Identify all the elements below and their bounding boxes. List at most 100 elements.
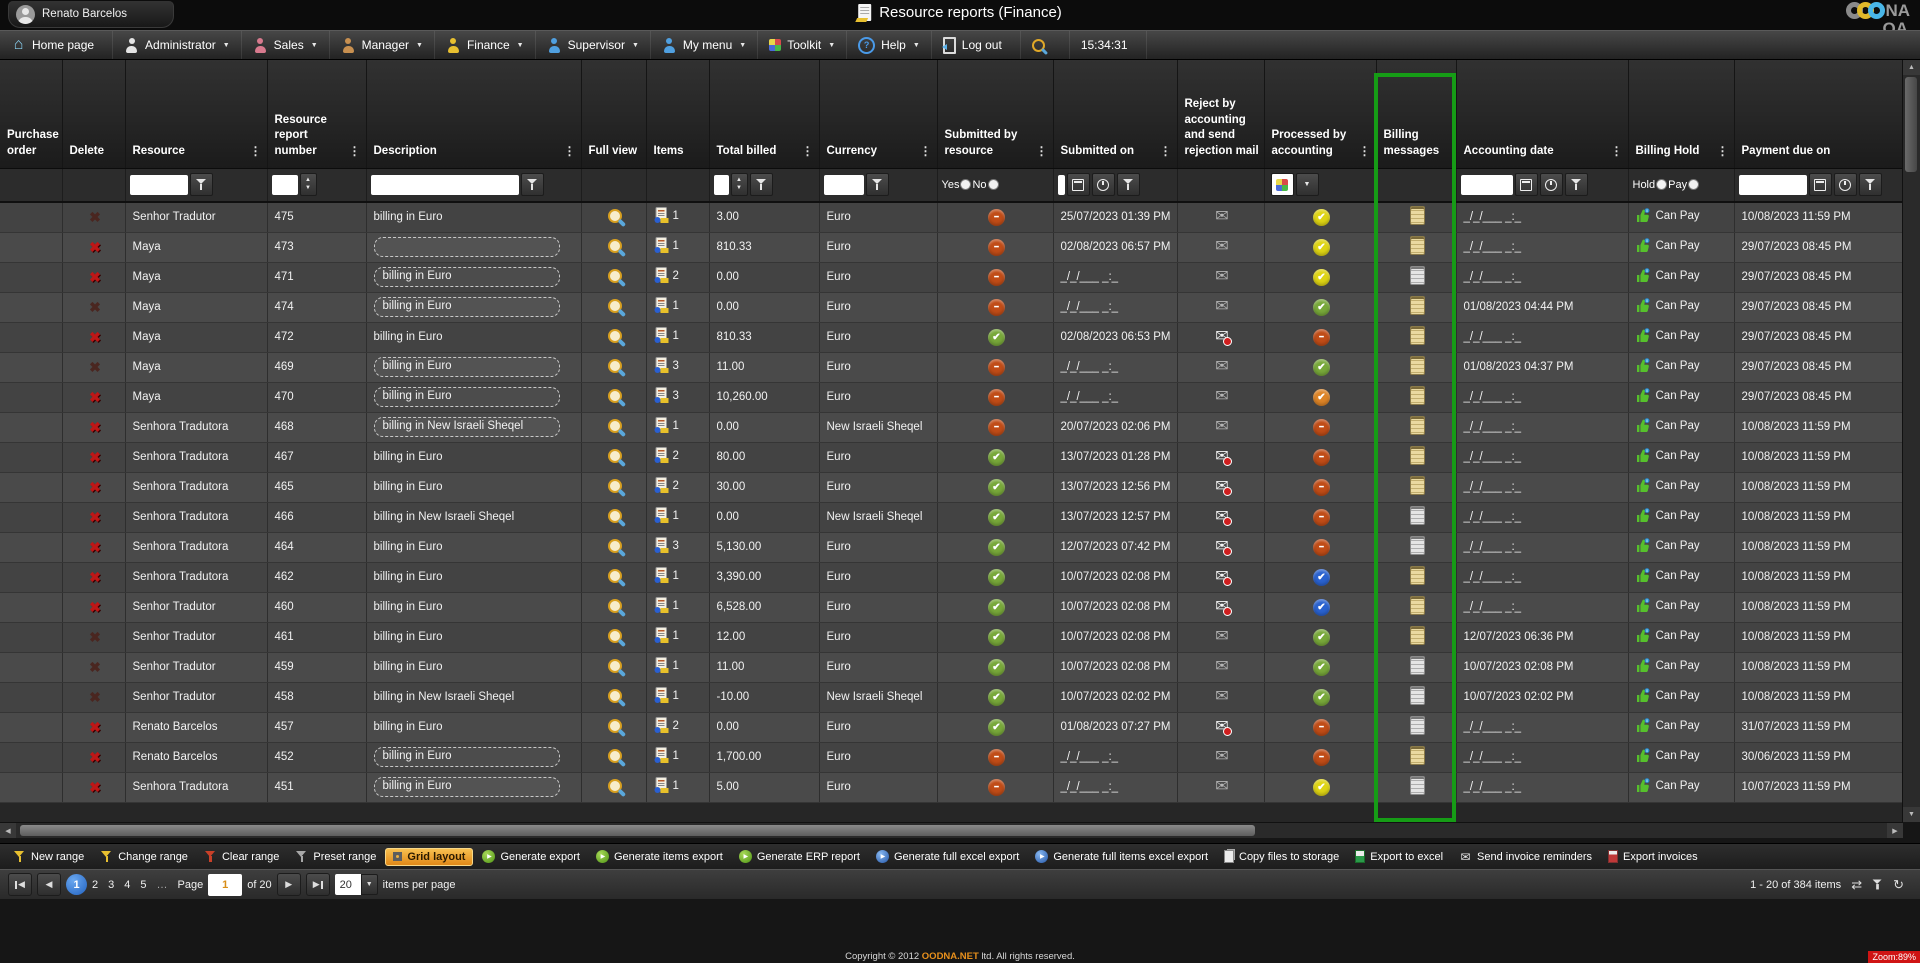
toolbar-button[interactable]: Generate export [475, 848, 587, 865]
refresh-icon[interactable]: ↻ [1893, 877, 1904, 893]
submitted-status-icon[interactable] [988, 539, 1005, 556]
billing-messages-icon[interactable] [1410, 566, 1425, 585]
submitted-status-icon[interactable] [988, 239, 1005, 256]
reject-mail-icon[interactable] [1215, 659, 1228, 675]
column-menu-icon[interactable]: ⋮ [800, 143, 816, 159]
first-page-button[interactable]: ◀ [8, 873, 32, 896]
toolbar-button[interactable]: Export invoices [1601, 848, 1705, 865]
pay-radio[interactable] [1688, 179, 1699, 190]
scroll-down-arrow[interactable]: ▼ [1903, 807, 1920, 822]
reject-mail-icon[interactable] [1215, 509, 1228, 525]
full-view-magnifier-icon[interactable] [608, 479, 622, 493]
col-header-items[interactable]: Items [646, 60, 709, 168]
col-header-payment-due-on[interactable]: Payment due on [1734, 60, 1903, 168]
can-pay-thumb-icon[interactable]: 0 [1636, 538, 1651, 553]
full-view-magnifier-icon[interactable] [608, 779, 622, 793]
billing-messages-icon[interactable] [1410, 236, 1425, 255]
submitted-on-filter-input[interactable] [1058, 175, 1065, 195]
submitted-status-icon[interactable] [988, 329, 1005, 346]
nav-menu-item[interactable]: Finance ▼ [435, 31, 536, 59]
description-field[interactable]: billing in Euro [374, 777, 560, 797]
billing-messages-icon[interactable] [1410, 656, 1425, 675]
col-header-submitted-by-resource[interactable]: Submitted by resource⋮ [937, 60, 1053, 168]
total-billed-filter-button[interactable] [750, 173, 773, 196]
toolbar-button[interactable]: Preset range [288, 848, 383, 865]
page-number-button[interactable]: 1 [66, 874, 87, 895]
currency-filter-input[interactable] [824, 175, 864, 195]
can-pay-thumb-icon[interactable]: 0 [1636, 508, 1651, 523]
reject-mail-icon[interactable] [1215, 209, 1228, 225]
submitted-no-radio[interactable] [988, 179, 999, 190]
description-field[interactable] [374, 237, 560, 257]
can-pay-thumb-icon[interactable]: 0 [1636, 358, 1651, 373]
column-menu-icon[interactable]: ⋮ [1357, 143, 1373, 159]
col-header-processed-by-accounting[interactable]: Processed by accounting⋮ [1264, 60, 1376, 168]
col-header-description[interactable]: Description⋮ [366, 60, 581, 168]
page-number-button[interactable]: 5 [135, 879, 151, 891]
billing-messages-icon[interactable] [1410, 296, 1425, 315]
nav-menu-item[interactable]: 15:34:31 [1070, 31, 1147, 59]
nav-menu-item[interactable]: Administrator ▼ [113, 31, 242, 59]
description-field[interactable]: billing in New Israeli Sheqel [374, 417, 560, 437]
description-field[interactable]: billing in New Israeli Sheqel [374, 691, 515, 703]
can-pay-thumb-icon[interactable]: 0 [1636, 658, 1651, 673]
full-view-magnifier-icon[interactable] [608, 269, 622, 283]
can-pay-thumb-icon[interactable]: 0 [1636, 598, 1651, 613]
column-menu-icon[interactable]: ⋮ [1158, 143, 1174, 159]
can-pay-thumb-icon[interactable]: 0 [1636, 688, 1651, 703]
col-header-currency[interactable]: Currency⋮ [819, 60, 937, 168]
can-pay-thumb-icon[interactable]: 0 [1636, 238, 1651, 253]
reject-mail-icon[interactable] [1215, 389, 1228, 405]
billing-messages-icon[interactable] [1410, 206, 1425, 225]
billing-messages-icon[interactable] [1410, 326, 1425, 345]
processed-filter-dropdown[interactable]: ▼ [1296, 173, 1319, 196]
toolbar-button[interactable]: Generate items export [589, 848, 730, 865]
table-row[interactable]: ✖ Renato Barcelos 452 billing in Euro 1 … [0, 742, 1903, 772]
col-header-billing-hold[interactable]: Billing Hold⋮ [1628, 60, 1734, 168]
table-row[interactable]: ✖ Maya 472 billing in Euro 1 810.33 Euro… [0, 322, 1903, 352]
delete-icon[interactable]: ✖ [89, 419, 101, 435]
description-field[interactable]: billing in Euro [374, 451, 443, 463]
delete-icon[interactable]: ✖ [89, 299, 101, 315]
column-menu-icon[interactable]: ⋮ [1715, 143, 1731, 159]
previous-page-button[interactable]: ◀ [37, 873, 61, 896]
processed-status-icon[interactable] [1313, 779, 1330, 796]
reject-mail-icon[interactable] [1215, 719, 1228, 735]
submitted-status-icon[interactable] [988, 359, 1005, 376]
can-pay-thumb-icon[interactable]: 0 [1636, 748, 1651, 763]
submitted-status-icon[interactable] [988, 569, 1005, 586]
processed-status-icon[interactable] [1313, 269, 1330, 286]
col-header-total-billed[interactable]: Total billed⋮ [709, 60, 819, 168]
toolbar-button[interactable]: Generate full excel export [869, 848, 1026, 865]
page-number-button[interactable]: 2 [87, 879, 103, 891]
report-number-filter-input[interactable] [272, 175, 298, 195]
reject-mail-icon[interactable] [1215, 419, 1228, 435]
description-field[interactable]: billing in New Israeli Sheqel [374, 511, 515, 523]
submitted-status-icon[interactable] [988, 719, 1005, 736]
col-header-full-view[interactable]: Full view [581, 60, 646, 168]
nav-menu-item[interactable] [1021, 31, 1070, 59]
submitted-status-icon[interactable] [988, 449, 1005, 466]
delete-icon[interactable]: ✖ [89, 689, 101, 705]
billing-messages-icon[interactable] [1410, 266, 1425, 285]
full-view-magnifier-icon[interactable] [608, 299, 622, 313]
full-view-magnifier-icon[interactable] [608, 209, 622, 223]
payment-due-filter-button[interactable] [1859, 173, 1882, 196]
processed-status-icon[interactable] [1313, 329, 1330, 346]
scroll-up-arrow[interactable]: ▲ [1903, 60, 1920, 75]
description-filter-button[interactable] [521, 173, 544, 196]
reject-mail-icon[interactable] [1215, 629, 1228, 645]
delete-icon[interactable]: ✖ [89, 479, 101, 495]
table-row[interactable]: ✖ Maya 469 billing in Euro 3 11.00 Euro … [0, 352, 1903, 382]
accounting-date-calendar-button[interactable] [1515, 173, 1538, 196]
table-row[interactable]: ✖ Senhora Tradutora 465 billing in Euro … [0, 472, 1903, 502]
table-row[interactable]: ✖ Senhor Tradutor 458 billing in New Isr… [0, 682, 1903, 712]
description-field[interactable]: billing in Euro [374, 331, 443, 343]
delete-icon[interactable]: ✖ [89, 449, 101, 465]
processed-status-icon[interactable] [1313, 599, 1330, 616]
table-row[interactable]: ✖ Senhora Tradutora 464 billing in Euro … [0, 532, 1903, 562]
reject-mail-icon[interactable] [1215, 599, 1228, 615]
full-view-magnifier-icon[interactable] [608, 629, 622, 643]
billing-messages-icon[interactable] [1410, 776, 1425, 795]
table-row[interactable]: ✖ Maya 470 billing in Euro 3 10,260.00 E… [0, 382, 1903, 412]
